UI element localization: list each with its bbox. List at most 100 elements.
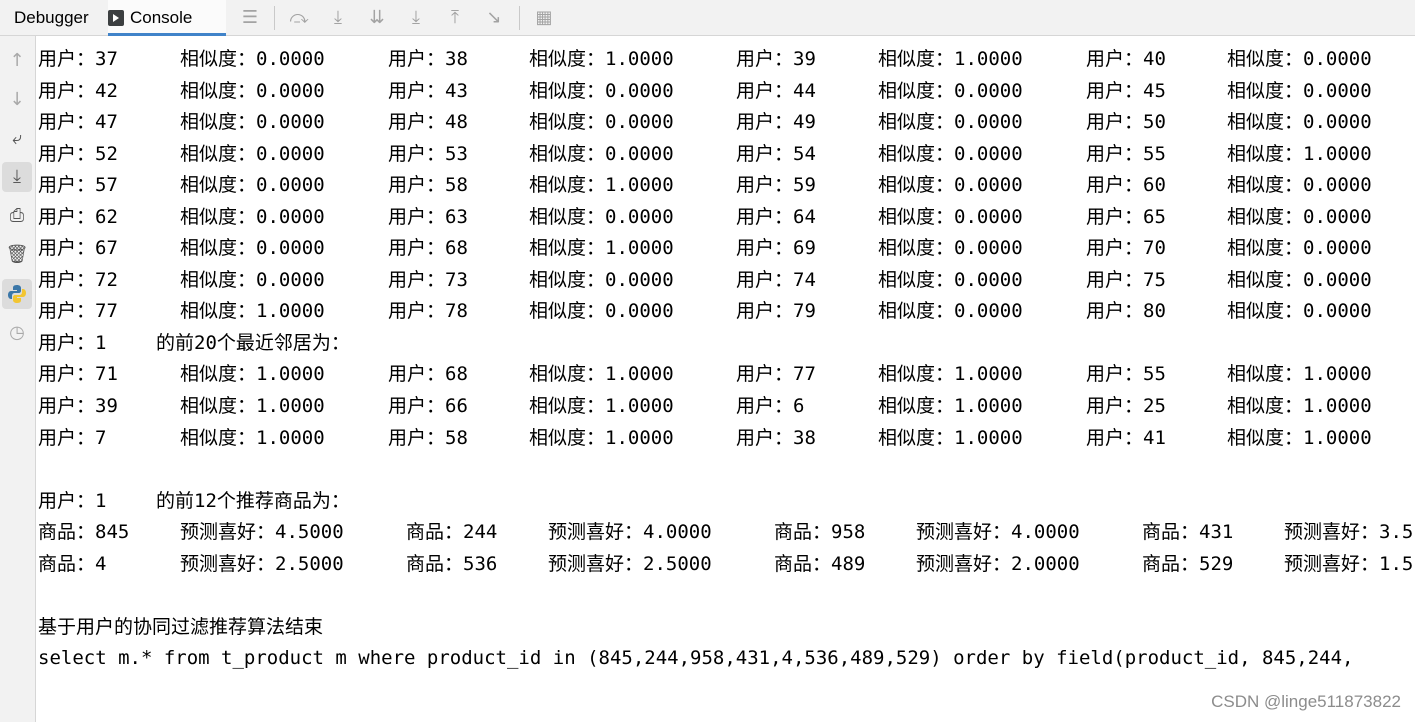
id-cell: 用户：58 xyxy=(388,426,468,449)
value-cell: 预测喜好：2.5000 xyxy=(180,552,344,575)
value-cell: 相似度：1.0000 xyxy=(529,237,674,260)
value-cell: 相似度：1.0000 xyxy=(878,363,1023,386)
header-user: 用户：1 xyxy=(38,331,107,354)
id-cell: 商品：489 xyxy=(774,552,866,575)
id-cell: 用户：54 xyxy=(736,142,816,165)
id-cell: 用户：65 xyxy=(1086,205,1166,228)
id-cell: 商品：529 xyxy=(1142,552,1234,575)
value-cell: 相似度：1.0000 xyxy=(878,426,1023,449)
menu-icon[interactable]: ☰ xyxy=(237,5,263,31)
step-up-icon[interactable]: ⤒ xyxy=(442,5,468,31)
value-cell: 相似度：0.0000 xyxy=(878,111,1023,134)
step-over-icon[interactable]: ⤼ xyxy=(286,5,312,31)
id-cell: 用户：43 xyxy=(388,79,468,102)
id-cell: 用户：74 xyxy=(736,268,816,291)
id-cell: 用户：39 xyxy=(38,395,118,418)
value-cell: 相似度：0.0000 xyxy=(1227,174,1372,197)
history-icon[interactable]: ◷ xyxy=(2,318,32,348)
similarity-row: 用户：42 相似度：0.0000 用户：43 相似度：0.0000 用户：44 相似度：0… xyxy=(38,76,1415,108)
id-cell: 用户：37 xyxy=(38,48,118,70)
value-cell: 相似度：0.0000 xyxy=(1227,300,1372,323)
similarity-row: 用户：52 相似度：0.0000 用户：53 相似度：0.0000 用户：54 相似度：0… xyxy=(38,139,1415,171)
recommend-header: 用户：1 的前12个推荐商品为： xyxy=(38,486,1415,518)
value-cell: 相似度：1.0000 xyxy=(529,174,674,197)
trash-icon[interactable]: 🗑 xyxy=(2,240,32,270)
value-cell: 预测喜好：2.5000 xyxy=(548,552,712,575)
step-out-icon[interactable]: ⤓ xyxy=(403,5,429,31)
toolbar-separator xyxy=(519,6,520,30)
header-user: 用户：1 xyxy=(38,489,107,512)
tab-debugger[interactable]: Debugger xyxy=(14,0,89,36)
value-cell: 相似度：0.0000 xyxy=(878,268,1023,291)
scroll-to-end-icon[interactable]: ⤓ xyxy=(2,162,32,192)
value-cell: 相似度：1.0000 xyxy=(180,395,325,418)
value-cell: 相似度：1.0000 xyxy=(878,48,1023,70)
recommend-row: 商品：4 预测喜好：2.5000 商品：536 预测喜好：2.5000 商品：489 预测… xyxy=(38,549,1415,581)
value-cell: 相似度：1.0000 xyxy=(529,426,674,449)
id-cell: 用户：68 xyxy=(388,237,468,260)
neighbor-row: 用户：7 相似度：1.0000 用户：58 相似度：1.0000 用户：38 相似度：1.… xyxy=(38,423,1415,455)
value-cell: 相似度：0.0000 xyxy=(878,237,1023,260)
value-cell: 相似度：1.0000 xyxy=(1227,142,1372,165)
down-arrow-icon[interactable]: ↓ xyxy=(2,85,32,115)
id-cell: 商品：431 xyxy=(1142,521,1234,544)
id-cell: 用户：47 xyxy=(38,111,118,134)
value-cell: 相似度：0.0000 xyxy=(180,142,325,165)
value-cell: 相似度：1.0000 xyxy=(180,363,325,386)
neighbors-header: 用户：1 的前20个最近邻居为： xyxy=(38,328,1415,360)
value-cell: 预测喜好：4.0000 xyxy=(548,521,712,544)
id-cell: 用户：63 xyxy=(388,205,468,228)
id-cell: 用户：70 xyxy=(1086,237,1166,260)
header-text: 的前12个推荐商品为： xyxy=(156,489,350,512)
id-cell: 用户：6 xyxy=(736,395,805,418)
console-output: 用户：37 相似度：0.0000 用户：38 相似度：1.0000 用户：39 相似度：1… xyxy=(38,44,1415,694)
similarity-row: 用户：72 相似度：0.0000 用户：73 相似度：0.0000 用户：74 相似度：0… xyxy=(38,265,1415,297)
tab-console-label: Console xyxy=(130,8,193,27)
python-console-icon[interactable] xyxy=(2,279,32,309)
console-icon xyxy=(108,10,124,26)
step-into-icon[interactable]: ⤓ xyxy=(325,5,351,31)
id-cell: 用户：71 xyxy=(38,363,118,386)
value-cell: 相似度：0.0000 xyxy=(1227,268,1372,291)
similarity-row: 用户：57 相似度：0.0000 用户：58 相似度：1.0000 用户：59 相似度：0… xyxy=(38,170,1415,202)
id-cell: 用户：60 xyxy=(1086,174,1166,197)
id-cell: 用户：53 xyxy=(388,142,468,165)
run-to-cursor-icon[interactable]: ↘ xyxy=(481,5,507,31)
evaluate-icon[interactable]: ▦ xyxy=(531,5,557,31)
id-cell: 用户：7 xyxy=(38,426,107,449)
header-text: 的前20个最近邻居为： xyxy=(156,331,350,354)
value-cell: 相似度：0.0000 xyxy=(529,268,674,291)
id-cell: 用户：41 xyxy=(1086,426,1166,449)
id-cell: 用户：72 xyxy=(38,268,118,291)
id-cell: 用户：45 xyxy=(1086,79,1166,102)
id-cell: 商品：4 xyxy=(38,552,107,575)
value-cell: 相似度：0.0000 xyxy=(529,142,674,165)
id-cell: 商品：958 xyxy=(774,521,866,544)
id-cell: 用户：73 xyxy=(388,268,468,291)
toolbar-separator xyxy=(274,6,275,30)
value-cell: 预测喜好：1.5 xyxy=(1284,552,1414,575)
value-cell: 相似度：0.0000 xyxy=(878,174,1023,197)
value-cell: 相似度：0.0000 xyxy=(180,111,325,134)
print-icon[interactable]: ⎙ xyxy=(2,201,32,231)
id-cell: 用户：42 xyxy=(38,79,118,102)
value-cell: 相似度：0.0000 xyxy=(878,79,1023,102)
id-cell: 用户：49 xyxy=(736,111,816,134)
id-cell: 用户：80 xyxy=(1086,300,1166,323)
id-cell: 用户：25 xyxy=(1086,395,1166,418)
value-cell: 相似度：0.0000 xyxy=(529,111,674,134)
id-cell: 用户：64 xyxy=(736,205,816,228)
up-arrow-icon[interactable]: ↑ xyxy=(2,46,32,76)
similarity-row: 用户：67 相似度：0.0000 用户：68 相似度：1.0000 用户：69 相似度：0… xyxy=(38,233,1415,265)
id-cell: 用户：75 xyxy=(1086,268,1166,291)
value-cell: 相似度：1.0000 xyxy=(180,426,325,449)
id-cell: 用户：66 xyxy=(388,395,468,418)
id-cell: 用户：55 xyxy=(1086,363,1166,386)
neighbor-row: 用户：39 相似度：1.0000 用户：66 相似度：1.0000 用户：6 相似度：1.… xyxy=(38,391,1415,423)
id-cell: 用户：62 xyxy=(38,205,118,228)
step-into-my-code-icon[interactable]: ⇊ xyxy=(364,5,390,31)
id-cell: 用户：40 xyxy=(1086,48,1166,70)
tab-console[interactable]: Console xyxy=(108,0,226,36)
soft-wrap-icon[interactable]: ⤶ xyxy=(2,124,32,154)
